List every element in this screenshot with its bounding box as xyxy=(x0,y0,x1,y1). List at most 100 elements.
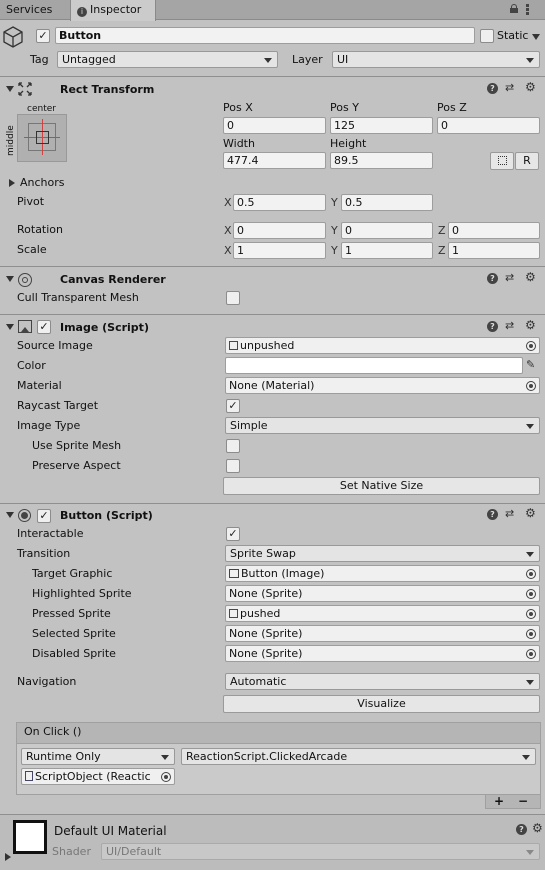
layer-dropdown[interactable]: UI xyxy=(332,51,540,68)
preserve-aspect-checkbox[interactable] xyxy=(226,459,240,473)
add-listener-button[interactable]: + xyxy=(494,794,504,808)
highlighted-sprite-field[interactable]: None (Sprite) xyxy=(225,585,540,602)
object-picker-icon[interactable] xyxy=(526,649,536,659)
presets-icon[interactable]: ⇄ xyxy=(505,320,514,332)
rotation-x-input[interactable]: 0 xyxy=(233,222,326,239)
visualize-button[interactable]: Visualize xyxy=(223,695,540,713)
anchor-presets-button[interactable] xyxy=(17,114,67,162)
kebab-menu-icon[interactable] xyxy=(526,4,529,15)
shader-dropdown[interactable]: UI/Default xyxy=(101,843,540,860)
event-object-field[interactable]: ScriptObject (Reactic xyxy=(21,768,175,785)
button-foldout[interactable] xyxy=(6,512,14,518)
pos-y-input[interactable]: 125 xyxy=(330,117,433,134)
color-label: Color xyxy=(17,359,46,372)
gear-icon[interactable]: ⚙ xyxy=(525,271,536,283)
object-name-input[interactable]: Button xyxy=(55,27,475,44)
tab-inspector[interactable]: i Inspector xyxy=(70,0,156,21)
scale-x-input[interactable]: 1 xyxy=(233,242,326,259)
scale-y-input[interactable]: 1 xyxy=(341,242,433,259)
help-icon[interactable]: ? xyxy=(487,509,498,520)
transition-dropdown[interactable]: Sprite Swap xyxy=(225,545,540,562)
object-picker-icon[interactable] xyxy=(526,609,536,619)
object-picker-icon[interactable] xyxy=(526,341,536,351)
object-picker-icon[interactable] xyxy=(526,589,536,599)
source-image-field[interactable]: unpushed xyxy=(225,337,540,354)
pivot-label: Pivot xyxy=(17,195,45,208)
selected-sprite-field[interactable]: None (Sprite) xyxy=(225,625,540,642)
presets-icon[interactable]: ⇄ xyxy=(505,508,514,520)
lock-icon[interactable] xyxy=(510,4,518,13)
object-picker-icon[interactable] xyxy=(526,381,536,391)
gear-icon[interactable]: ⚙ xyxy=(525,81,536,93)
runtime-dropdown[interactable]: Runtime Only xyxy=(21,748,175,765)
scale-label: Scale xyxy=(17,243,47,256)
disabled-sprite-field[interactable]: None (Sprite) xyxy=(225,645,540,662)
target-graphic-field[interactable]: Button (Image) xyxy=(225,565,540,582)
remove-listener-button[interactable]: − xyxy=(518,794,528,808)
rotation-z-input[interactable]: 0 xyxy=(448,222,540,239)
disabled-sprite-label: Disabled Sprite xyxy=(32,647,116,660)
object-picker-icon[interactable] xyxy=(526,629,536,639)
image-enabled-checkbox[interactable]: ✓ xyxy=(37,320,51,334)
color-field[interactable] xyxy=(225,357,523,374)
tab-services[interactable]: Services xyxy=(0,0,70,20)
eyedropper-icon[interactable]: ✎ xyxy=(526,358,535,371)
rotation-label: Rotation xyxy=(17,223,64,236)
rect-transform-foldout[interactable] xyxy=(6,86,14,92)
navigation-dropdown[interactable]: Automatic xyxy=(225,673,540,690)
raycast-target-checkbox[interactable]: ✓ xyxy=(226,399,240,413)
help-icon[interactable]: ? xyxy=(487,83,498,94)
object-picker-icon[interactable] xyxy=(526,569,536,579)
image-foldout[interactable] xyxy=(6,324,14,330)
help-icon[interactable]: ? xyxy=(516,824,527,835)
presets-icon[interactable]: ⇄ xyxy=(505,272,514,284)
material-field[interactable]: None (Material) xyxy=(225,377,540,394)
raw-edit-button[interactable]: R xyxy=(515,152,539,170)
cull-transparent-mesh-checkbox[interactable] xyxy=(226,291,240,305)
material-preview xyxy=(13,820,47,854)
pos-z-input[interactable]: 0 xyxy=(437,117,540,134)
material-foldout[interactable] xyxy=(5,853,11,861)
height-input[interactable]: 89.5 xyxy=(330,152,433,169)
rotation-y-input[interactable]: 0 xyxy=(341,222,433,239)
use-sprite-mesh-checkbox[interactable] xyxy=(226,439,240,453)
anchors-foldout[interactable] xyxy=(9,179,15,187)
image-type-dropdown[interactable]: Simple xyxy=(225,417,540,434)
static-dropdown-arrow[interactable] xyxy=(532,34,540,40)
tag-dropdown[interactable]: Untagged xyxy=(57,51,278,68)
pos-x-input[interactable]: 0 xyxy=(223,117,326,134)
button-title: Button (Script) xyxy=(60,509,153,522)
sprite-icon xyxy=(229,609,238,618)
layer-value: UI xyxy=(337,53,349,66)
static-checkbox[interactable] xyxy=(480,29,494,43)
rotation-x-label: X xyxy=(224,224,232,237)
gear-icon[interactable]: ⚙ xyxy=(525,319,536,331)
anchor-v-label: middle xyxy=(6,125,16,156)
pressed-sprite-value: pushed xyxy=(240,607,281,620)
set-native-size-button[interactable]: Set Native Size xyxy=(223,477,540,495)
function-dropdown[interactable]: ReactionScript.ClickedArcade xyxy=(181,748,536,765)
layer-label: Layer xyxy=(292,53,323,66)
gear-icon[interactable]: ⚙ xyxy=(525,507,536,519)
blueprint-mode-button[interactable] xyxy=(490,152,514,170)
pivot-x-label: X xyxy=(224,196,232,209)
help-icon[interactable]: ? xyxy=(487,321,498,332)
pivot-x-input[interactable]: 0.5 xyxy=(233,194,326,211)
button-component-icon xyxy=(18,509,31,522)
scale-z-input[interactable]: 1 xyxy=(448,242,540,259)
pivot-y-input[interactable]: 0.5 xyxy=(341,194,433,211)
interactable-checkbox[interactable]: ✓ xyxy=(226,527,240,541)
target-graphic-value: Button (Image) xyxy=(241,567,325,580)
width-input[interactable]: 477.4 xyxy=(223,152,326,169)
static-label: Static xyxy=(497,29,529,42)
interactable-label: Interactable xyxy=(17,527,84,540)
gear-icon[interactable]: ⚙ xyxy=(532,822,543,834)
active-checkbox[interactable]: ✓ xyxy=(36,29,50,43)
button-enabled-checkbox[interactable]: ✓ xyxy=(37,509,51,523)
help-icon[interactable]: ? xyxy=(487,273,498,284)
selected-sprite-value: None (Sprite) xyxy=(229,627,303,640)
object-picker-icon[interactable] xyxy=(161,772,171,782)
pressed-sprite-field[interactable]: pushed xyxy=(225,605,540,622)
presets-icon[interactable]: ⇄ xyxy=(505,82,514,94)
canvas-renderer-foldout[interactable] xyxy=(6,276,14,282)
